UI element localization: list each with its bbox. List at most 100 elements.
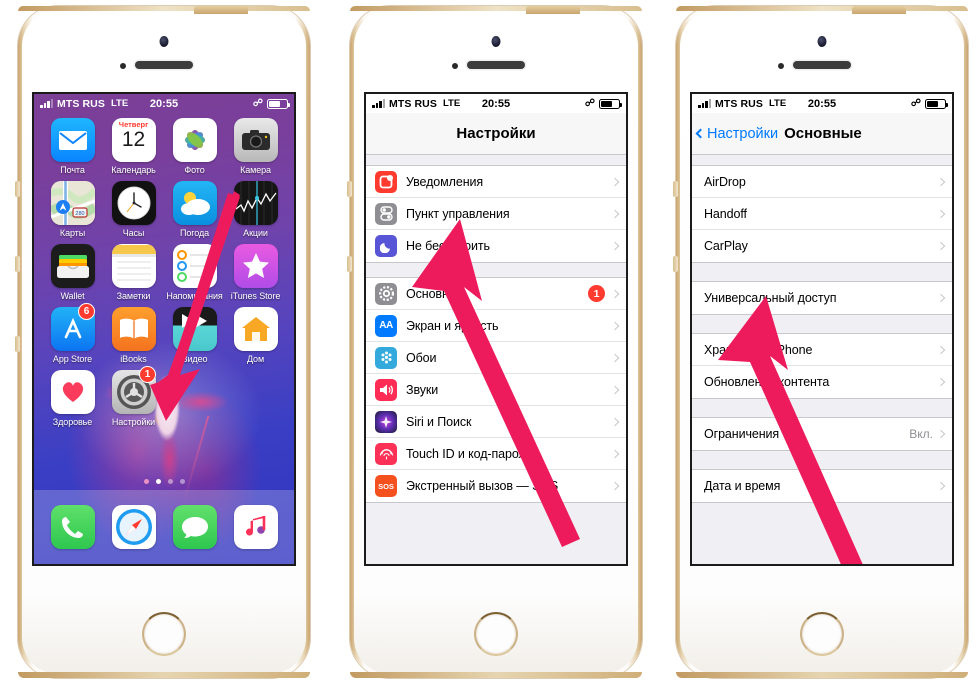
siri-swirl-glyph [380,415,392,428]
settings-badge: 1 [139,366,156,383]
display-brightness-icon: AA [375,314,397,337]
row-label: Дата и время [704,479,781,493]
screen-3[interactable]: MTS RUS LTE 20:55 ☍ Настройки Основные A… [690,92,954,566]
app-home[interactable]: Дом [227,307,284,364]
home-button-2[interactable] [474,612,518,656]
sun-cloud-glyph [180,192,210,215]
volume-button-3b[interactable] [673,256,678,272]
row-label: Хранилище iPhone [704,342,813,357]
settings-row-sos[interactable]: SOS Экстренный вызов — SOS [366,470,626,502]
app-photos[interactable]: Фото [166,118,223,175]
general-row-date-time[interactable]: Дата и время [692,470,952,502]
app-ibooks[interactable]: iBooks [105,307,162,364]
camera-glyph [241,130,270,150]
safari-icon[interactable] [111,505,156,549]
general-row-restrictions[interactable]: Ограничения Вкл. [692,418,952,450]
app-label: Карты [59,228,86,238]
home-button-3[interactable] [800,612,844,656]
settings-row-touch-id[interactable]: Touch ID и код-пароль [366,438,626,470]
app-settings[interactable]: 1 Настройки [105,366,162,427]
home-button-1[interactable] [142,612,186,656]
screen-1[interactable]: MTS RUS LTE 20:55 ☍ Почта Четверг 12 Кал… [32,92,296,566]
chevron-right-icon [936,345,946,354]
chevron-right-icon [610,385,620,394]
network-type-label: LTE [768,98,787,109]
general-row-iphone-storage[interactable]: Хранилище iPhone [692,334,952,366]
app-video[interactable]: Видео [166,307,223,364]
volume-button-1[interactable] [15,181,20,197]
control-center-icon [375,202,397,225]
page-dot[interactable] [155,479,161,484]
notification-square-glyph [379,174,393,188]
screen-2[interactable]: MTS RUS LTE 20:55 ☍ Настройки Уведомлени… [364,92,628,566]
settings-row-do-not-disturb[interactable]: Не беспокоить [366,230,626,262]
app-notes[interactable]: Заметки [105,244,162,301]
back-button-label: Настройки [707,125,779,142]
row-label: Пункт управления [406,206,510,221]
volume-button-2b[interactable] [347,256,352,272]
list-gap [366,155,626,165]
volume-button-2[interactable] [347,181,352,197]
stocks-chart-glyph [235,181,277,225]
general-row-carplay[interactable]: CarPlay [692,230,952,262]
volume-button-1c[interactable] [15,336,20,352]
general-navbar: Настройки Основные [692,113,952,155]
app-app-store[interactable]: 6 App Store [44,303,101,364]
camera-icon [233,118,278,162]
general-row-handoff[interactable]: Handoff [692,198,952,230]
app-maps[interactable]: 280 Карты [44,181,101,238]
volume-button-3[interactable] [673,181,678,197]
app-health[interactable]: Здоровье [44,370,101,427]
general-list[interactable]: AirDrop Handoff CarPlay Универсальный до… [692,155,952,564]
app-label: Акции [243,228,268,238]
chevron-right-icon [610,241,620,251]
wallet-icon [50,244,95,288]
settings-row-wallpaper[interactable]: Обои [366,342,626,374]
app-wallet[interactable]: Wallet [44,244,101,301]
settings-row-sounds[interactable]: Звуки [366,374,626,406]
app-label: Wallet [60,291,85,301]
settings-list[interactable]: Уведомления Пункт управления Не беспокои… [366,155,626,564]
calendar-icon: Четверг 12 [111,118,156,162]
app-mail[interactable]: Почта [44,118,101,175]
general-row-airdrop[interactable]: AirDrop [692,166,952,198]
page-dot[interactable] [167,479,173,484]
carrier-label: MTS RUS [389,97,437,110]
notifications-icon [375,170,397,193]
power-button-3[interactable] [852,6,906,14]
app-stocks[interactable]: Акции [227,181,284,238]
app-calendar[interactable]: Четверг 12 Календарь [105,118,162,175]
settings-row-general[interactable]: Основные 1 [366,278,626,310]
signal-bars-icon [40,99,53,108]
bluetooth-icon: ☍ [584,97,595,109]
row-label: Siri и Поиск [406,414,472,429]
list-gap [692,155,952,165]
general-row-background-refresh[interactable]: Обновление контента [692,366,952,398]
phone-icon[interactable] [50,505,95,549]
volume-button-1b[interactable] [15,256,20,272]
settings-row-notifications[interactable]: Уведомления [366,166,626,198]
fingerprint-glyph [379,448,393,460]
carrier-label: MTS RUS [57,97,105,110]
device-top-rim-3 [676,6,968,11]
power-button-1[interactable] [194,6,248,14]
app-itunes-store[interactable]: iTunes Store [227,244,284,301]
settings-row-siri[interactable]: Siri и Поиск [366,406,626,438]
app-weather[interactable]: Погода [166,181,223,238]
app-reminders[interactable]: Напоминания [166,244,223,301]
music-icon[interactable] [233,505,278,549]
page-title: Настройки [456,125,536,142]
messages-icon[interactable] [172,505,217,549]
general-row-accessibility[interactable]: Универсальный доступ [692,282,952,314]
moon-glyph [379,242,390,253]
back-button[interactable]: Настройки [695,125,779,142]
chevron-right-icon [610,321,620,330]
power-button-2[interactable] [526,6,580,14]
settings-row-display-brightness[interactable]: AA Экран и яркость [366,310,626,342]
app-clock[interactable]: Часы [105,181,162,238]
page-dot[interactable] [143,479,149,484]
page-dot[interactable] [179,479,185,484]
chevron-right-icon [610,449,620,458]
settings-row-control-center[interactable]: Пункт управления [366,198,626,230]
app-camera[interactable]: Камера [227,118,284,175]
